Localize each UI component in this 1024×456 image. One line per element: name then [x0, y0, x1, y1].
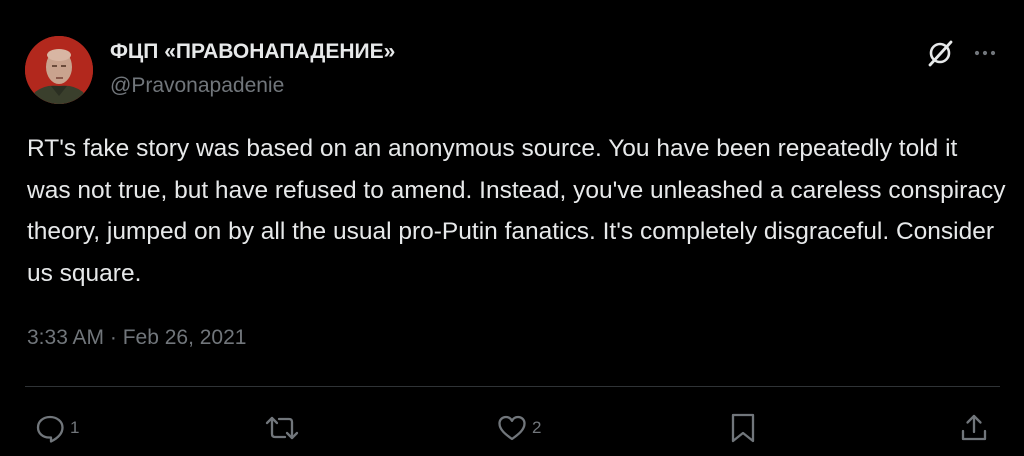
grok-icon[interactable]	[925, 38, 955, 68]
retweet-button[interactable]	[264, 410, 300, 446]
divider	[25, 386, 1000, 387]
display-name[interactable]: ФЦП «ПРАВОНАПАДЕНИЕ»	[110, 40, 395, 64]
more-icon[interactable]	[970, 38, 1000, 68]
like-icon	[498, 415, 526, 441]
tweet-text: RT's fake story was based on an anonymou…	[27, 135, 1006, 287]
bookmark-icon	[731, 413, 755, 443]
tweet: ФЦП «ПРАВОНАПАДЕНИЕ» @Pravonapadenie RT'…	[0, 0, 1024, 456]
tweet-timestamp[interactable]: 3:33 AM · Feb 26, 2021	[27, 326, 246, 350]
avatar-image	[25, 36, 93, 104]
share-button[interactable]	[958, 410, 990, 446]
share-icon	[961, 414, 987, 441]
retweet-icon	[265, 416, 299, 440]
bookmark-button[interactable]	[729, 410, 757, 446]
user-handle[interactable]: @Pravonapadenie	[110, 74, 284, 98]
avatar[interactable]	[25, 36, 93, 104]
reply-icon	[36, 415, 64, 443]
reply-count: 1	[70, 418, 80, 437]
reply-button[interactable]: 1	[34, 410, 79, 446]
like-count: 2	[532, 418, 542, 437]
like-button[interactable]: 2	[496, 410, 541, 446]
